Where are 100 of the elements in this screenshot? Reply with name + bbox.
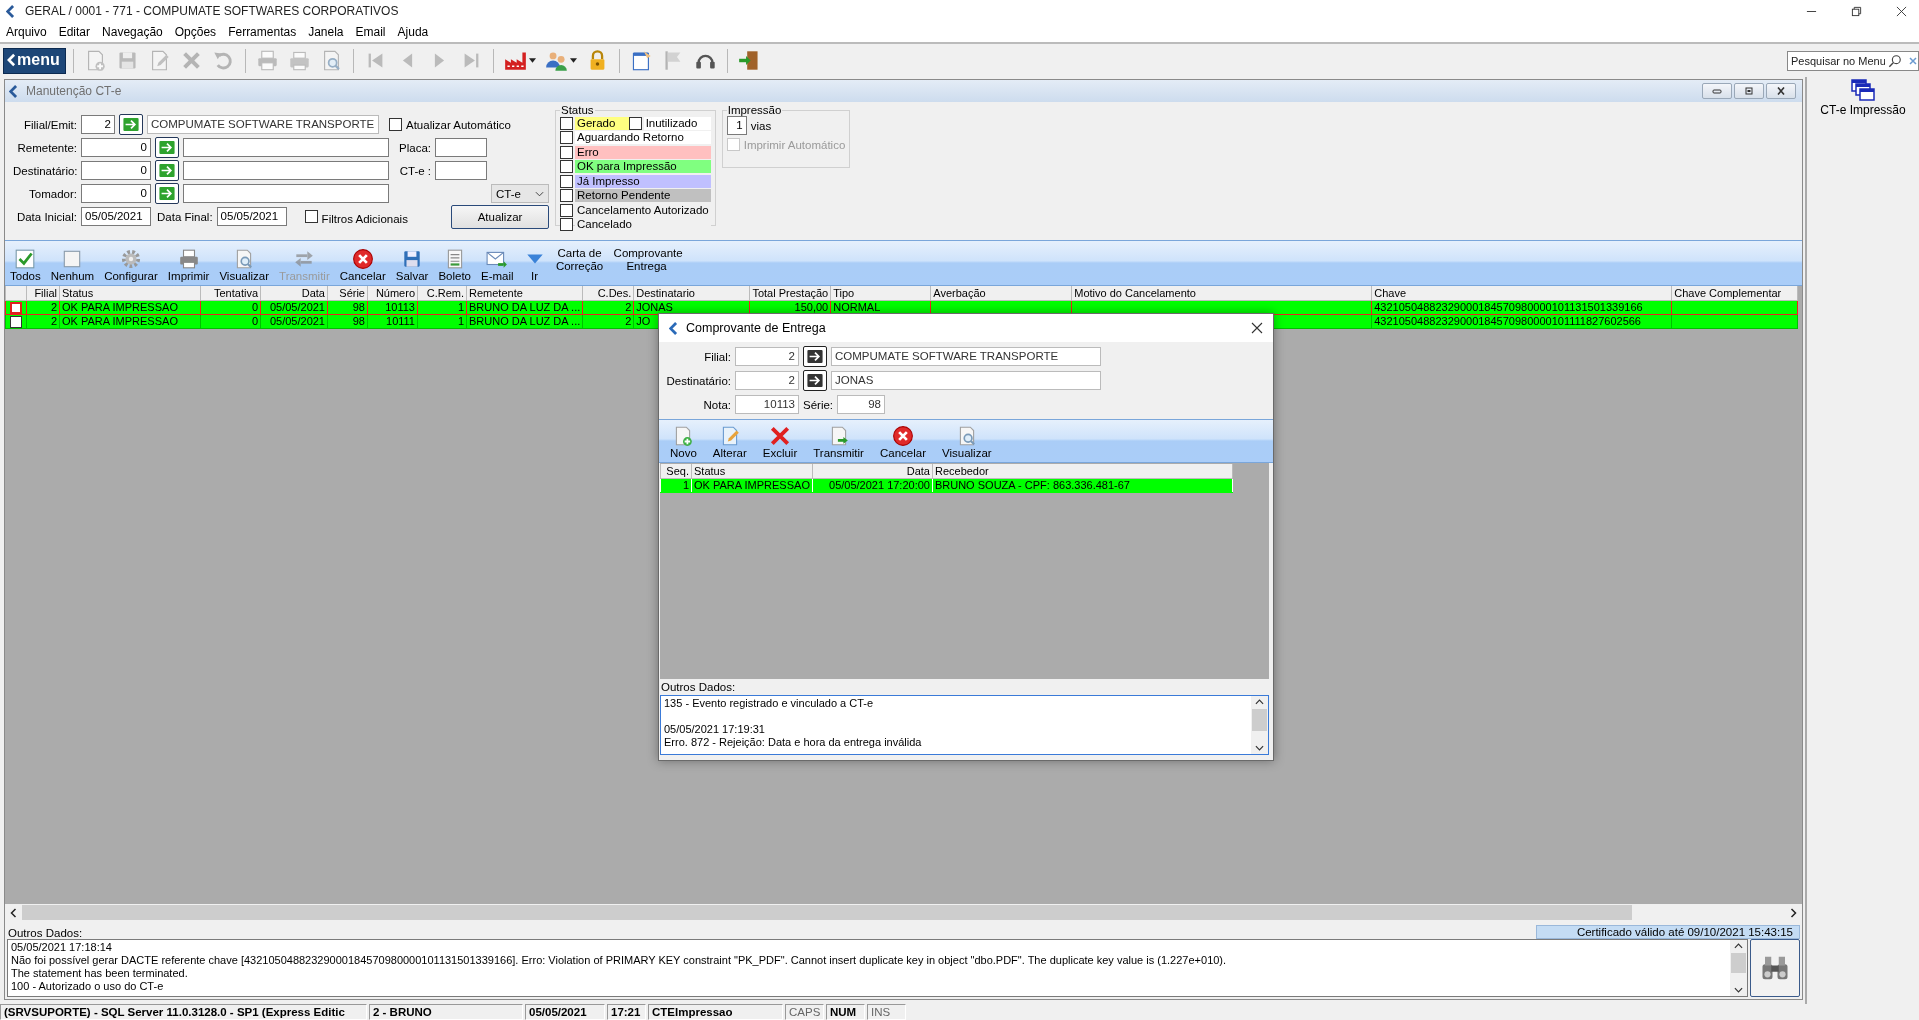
- toolbar-button[interactable]: Novo: [667, 425, 700, 460]
- checkbox[interactable]: [560, 174, 573, 188]
- toolbar-button[interactable]: Salvar: [392, 248, 432, 283]
- toolbar-button[interactable]: Carta de Correção: [552, 241, 607, 273]
- input-field[interactable]: [183, 184, 389, 203]
- search-field[interactable]: Pesquisar no Menu: [1787, 50, 1919, 71]
- column-header[interactable]: Chave: [1371, 286, 1672, 301]
- input-field[interactable]: [183, 138, 389, 157]
- checkbox[interactable]: [560, 189, 573, 203]
- shortcut-item[interactable]: CT-e Impressão: [1820, 79, 1906, 117]
- input-field[interactable]: 0: [81, 161, 151, 180]
- toolbar-button[interactable]: Ir: [520, 248, 549, 283]
- column-header[interactable]: Série: [327, 286, 368, 301]
- checkbox[interactable]: [10, 302, 22, 314]
- toolbar-button[interactable]: Alterar: [709, 425, 750, 460]
- toolbar-button[interactable]: E-mail: [478, 248, 517, 283]
- input-field[interactable]: COMPUMATE SOFTWARE TRANSPORTE: [147, 115, 379, 134]
- column-header[interactable]: Destinatario: [633, 286, 750, 301]
- column-header[interactable]: Total Prestação: [749, 286, 831, 301]
- column-header[interactable]: Status: [59, 286, 201, 301]
- close-button[interactable]: [1766, 83, 1796, 99]
- column-header[interactable]: C.Rem.: [417, 286, 467, 301]
- toolbar-button[interactable]: Comprovante Entrega: [610, 241, 683, 273]
- update-button[interactable]: Atualizar: [451, 204, 549, 229]
- toolbar-button[interactable]: Configurar: [101, 248, 161, 283]
- menu-item[interactable]: Editar: [58, 25, 91, 39]
- toolbar-button[interactable]: Imprimir: [164, 248, 213, 283]
- scrollbar-thumb[interactable]: [1252, 709, 1267, 731]
- menu-button[interactable]: menu: [3, 47, 66, 74]
- column-header[interactable]: Data: [260, 286, 328, 301]
- checkbox[interactable]: [560, 218, 573, 232]
- column-header[interactable]: Remetente: [466, 286, 583, 301]
- arrow-button[interactable]: [155, 137, 179, 158]
- close-icon[interactable]: [1251, 322, 1263, 334]
- checkbox[interactable]: [560, 160, 573, 174]
- input-field[interactable]: 10113: [735, 395, 799, 414]
- checkbox[interactable]: [304, 210, 318, 223]
- input-field[interactable]: JONAS: [831, 371, 1101, 390]
- close-icon[interactable]: [1896, 5, 1907, 17]
- column-header[interactable]: Tentativa: [200, 286, 261, 301]
- checkbox[interactable]: [560, 203, 573, 217]
- menu-item[interactable]: Arquivo: [6, 25, 47, 39]
- input-field[interactable]: 05/05/2021: [216, 207, 287, 226]
- column-header[interactable]: Data: [812, 464, 933, 479]
- column-header[interactable]: C.Des.: [582, 286, 634, 301]
- menu-item[interactable]: Ferramentas: [228, 25, 297, 39]
- column-header[interactable]: Status: [691, 464, 813, 479]
- checkbox[interactable]: [560, 131, 573, 145]
- arrow-button[interactable]: [803, 370, 827, 391]
- toolbar-button[interactable]: Boleto: [435, 248, 474, 283]
- menu-item[interactable]: Opções: [174, 25, 217, 39]
- input-field[interactable]: [183, 161, 389, 180]
- input-field[interactable]: 2: [735, 347, 799, 366]
- checkbox[interactable]: [10, 316, 22, 328]
- input-field[interactable]: [435, 161, 487, 180]
- minimize-button[interactable]: [1702, 83, 1732, 99]
- column-header[interactable]: Recebedor: [932, 464, 1233, 479]
- scrollbar-thumb[interactable]: [22, 905, 1632, 920]
- binoculars-button[interactable]: [1750, 939, 1800, 997]
- input-field[interactable]: 2: [81, 115, 115, 134]
- checkbox[interactable]: [560, 116, 573, 130]
- text-area[interactable]: 135 - Evento registrado e vinculado a CT-e 05/05/2021 17:19:31 Erro. 872 - Rejeição: Data e hora da entrega inválida: [660, 695, 1269, 755]
- input-field[interactable]: 0: [81, 138, 151, 157]
- menu-item[interactable]: Janela: [308, 25, 344, 39]
- input-field[interactable]: 05/05/2021: [81, 207, 151, 226]
- toolbar-button[interactable]: Excluir: [759, 425, 801, 460]
- search-icon[interactable]: [1888, 53, 1902, 68]
- toolbar-button[interactable]: Todos: [7, 248, 44, 283]
- menu-item[interactable]: Navegação: [102, 25, 163, 39]
- toolbar-button[interactable]: Transmitir: [810, 425, 867, 460]
- toolbar-button[interactable]: Nenhum: [47, 248, 98, 283]
- menu-item[interactable]: Ajuda: [397, 25, 429, 39]
- menu-item[interactable]: Email: [355, 25, 386, 39]
- restore-icon[interactable]: [1851, 5, 1862, 17]
- column-header[interactable]: Chave Complementar: [1671, 286, 1798, 301]
- input-field[interactable]: 98: [837, 395, 885, 414]
- column-header[interactable]: Motivo do Cancelamento: [1071, 286, 1372, 301]
- toolbar-button[interactable]: Visualizar: [938, 425, 995, 460]
- toolbar-button[interactable]: Cancelar: [336, 248, 389, 283]
- text-area[interactable]: 05/05/2021 17:18:14 Não foi possível gerar DACTE referente chave [43210504882329000184570980000101131501339166]. Erro: Violation of PRIMARY KEY constraint "PK_PDF". Cannot insert duplicate key in object "dbo.PDF". The duplicate key value is (1.227e+010). The statement has been terminated. 100 - Autorizado o uso do CT-e: [7, 939, 1748, 997]
- clear-icon[interactable]: [1909, 56, 1917, 65]
- column-header[interactable]: Averbação: [930, 286, 1072, 301]
- input-field[interactable]: [435, 138, 487, 157]
- scrollbar-thumb[interactable]: [1731, 953, 1746, 973]
- input-field[interactable]: COMPUMATE SOFTWARE TRANSPORTE: [831, 347, 1101, 366]
- column-header[interactable]: Número: [367, 286, 418, 301]
- input-field[interactable]: 0: [81, 184, 151, 203]
- dropdown[interactable]: CT-e: [491, 184, 549, 203]
- input-field[interactable]: 2: [735, 371, 799, 390]
- arrow-button[interactable]: [155, 160, 179, 181]
- column-header[interactable]: Seq.: [660, 464, 692, 479]
- toolbar-button[interactable]: Visualizar: [216, 248, 273, 283]
- checkbox[interactable]: [389, 118, 402, 131]
- toolbar-button[interactable]: Cancelar: [876, 425, 929, 460]
- arrow-button[interactable]: [119, 114, 143, 135]
- arrow-button[interactable]: [155, 183, 179, 204]
- column-header[interactable]: Filial: [26, 286, 60, 301]
- checkbox[interactable]: [560, 145, 573, 159]
- arrow-button[interactable]: [803, 346, 827, 367]
- column-header[interactable]: Tipo: [830, 286, 931, 301]
